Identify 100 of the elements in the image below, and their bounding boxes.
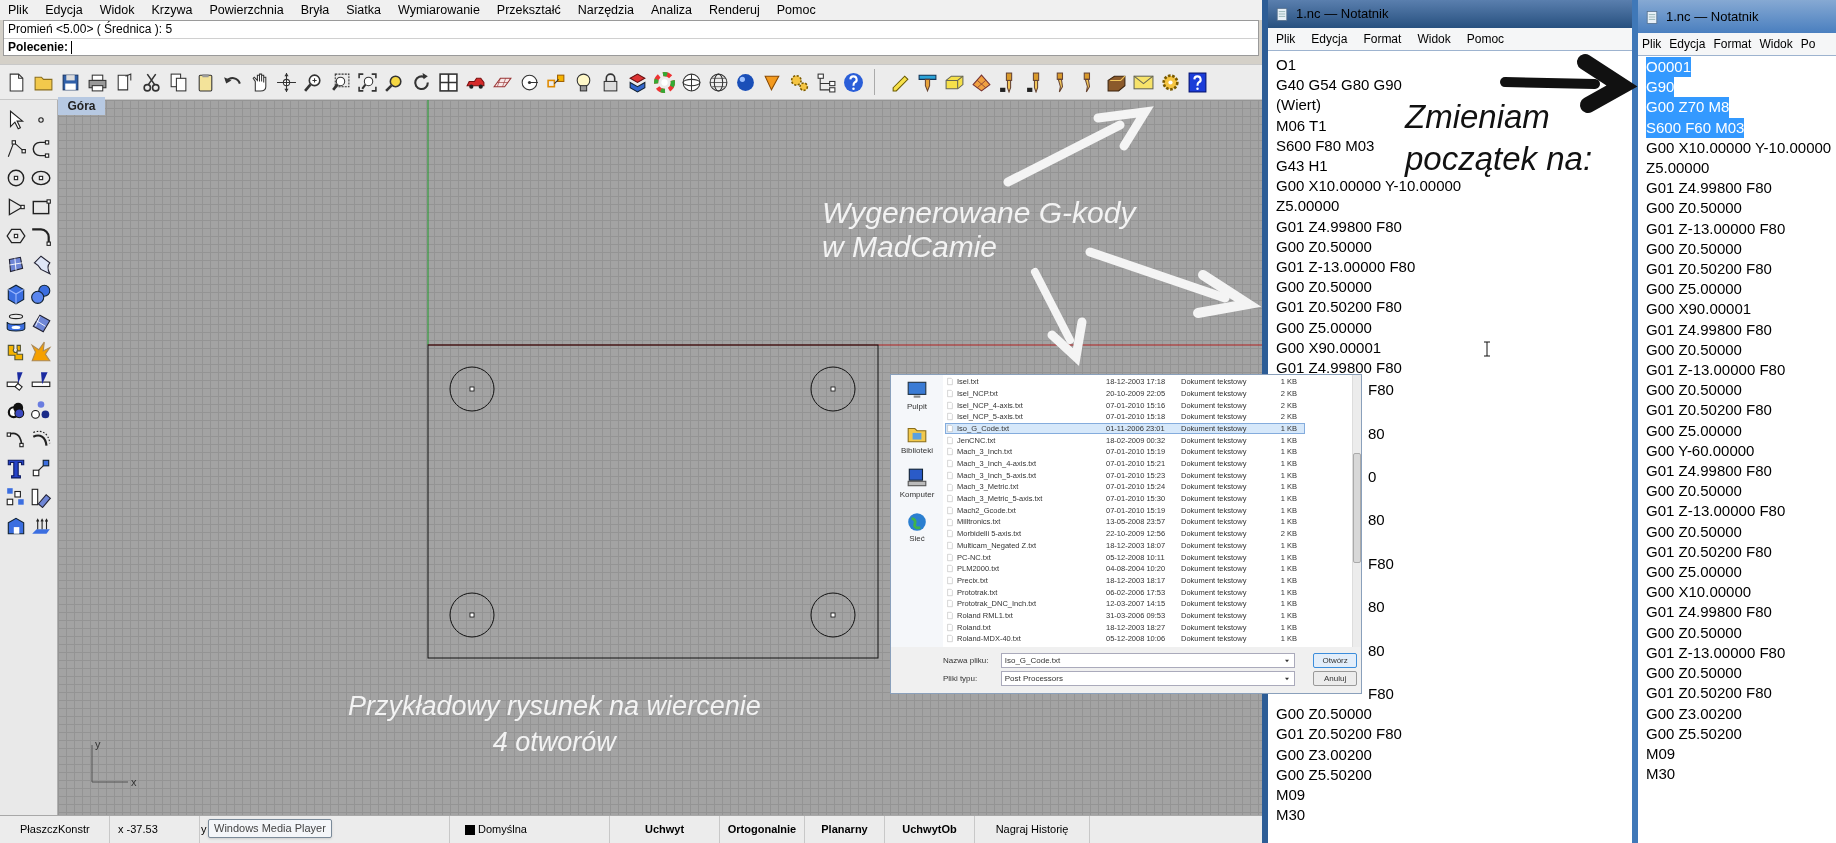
code-line: G01 Z0.50200 F80: [1276, 297, 1402, 318]
status-toggle[interactable]: Uchwyt: [644, 821, 685, 838]
status-toggle[interactable]: UchwytOb: [902, 821, 957, 838]
fillet-curve-icon[interactable]: [29, 225, 52, 247]
orient-icon[interactable]: [29, 486, 52, 508]
menu-item[interactable]: Edycja: [1669, 35, 1706, 53]
menu-item[interactable]: Analiza: [651, 0, 693, 20]
axis-label: y: [95, 738, 101, 750]
text-cursor-icon: [1483, 341, 1491, 357]
shaded-sphere-icon[interactable]: [735, 71, 756, 93]
menu-item[interactable]: Widok: [1417, 30, 1451, 48]
command-input-field[interactable]: [71, 40, 74, 54]
code-line: Z5.00000: [1646, 158, 1710, 178]
menu-item[interactable]: Powierzchnia: [209, 0, 284, 20]
burst-icon[interactable]: [29, 341, 52, 363]
wavy-surface-icon[interactable]: [29, 312, 52, 334]
menu-item[interactable]: Siatka: [346, 0, 381, 20]
notepad-icon: [1274, 6, 1290, 22]
hole-circle: [810, 592, 856, 638]
computer-icon: [906, 467, 928, 489]
dialog-button[interactable]: Anuluj: [1313, 671, 1357, 686]
polyline-icon[interactable]: [5, 138, 28, 160]
status-toggle[interactable]: Planarny: [821, 821, 868, 838]
code-line: G00 Z5.50200: [1646, 723, 1742, 744]
cylinder-icon[interactable]: [5, 312, 28, 334]
nav-place[interactable]: Pulpit: [906, 379, 928, 413]
nav-place[interactable]: Komputer: [899, 467, 935, 501]
hierarchy-icon[interactable]: [816, 71, 837, 93]
menu-item[interactable]: Edycja: [1311, 30, 1348, 48]
dialog-button[interactable]: Otwórz: [1313, 653, 1357, 668]
layers-icon[interactable]: [627, 71, 648, 93]
dropdown-field[interactable]: Post Processors: [1000, 671, 1296, 686]
code-line: G00 Z0.50000: [1646, 521, 1742, 542]
menu-item[interactable]: Edycja: [45, 0, 83, 20]
code-line: G01 Z4.99800 F80: [1276, 216, 1402, 237]
status-toggle[interactable]: Nagraj Historię: [995, 821, 1069, 838]
grid-sphere-icon[interactable]: [708, 71, 729, 93]
field-label: Nazwa pliku:: [943, 654, 990, 667]
dropdown-field[interactable]: Iso_G_Code.txt: [1000, 653, 1296, 668]
code-line: M30: [1276, 805, 1306, 826]
zoom-in-icon[interactable]: [303, 71, 324, 93]
menu-item[interactable]: Widok: [1759, 35, 1793, 53]
menu-item[interactable]: Krzywa: [151, 0, 193, 20]
command-prompt-label: Polecenie:: [8, 39, 69, 56]
menu-item[interactable]: Renderuj: [709, 0, 760, 20]
menu-item[interactable]: Format: [1363, 30, 1402, 48]
code-line-fragment: 0: [1368, 467, 1377, 488]
spheres-icon[interactable]: [29, 283, 52, 305]
code-line: G01 Z4.99800 F80: [1276, 358, 1402, 379]
code-line: G01 Z4.99800 F80: [1646, 319, 1772, 340]
hole-circle: [449, 366, 495, 412]
code-line: G00 X10.00000 Y-10.00000: [1276, 177, 1462, 197]
gear-icon[interactable]: [1160, 71, 1181, 93]
scrollbar[interactable]: [1352, 375, 1361, 647]
wireframe-sphere-icon[interactable]: [681, 71, 702, 93]
code-line: G01 Z0.50200 F80: [1646, 259, 1772, 280]
menu-item[interactable]: Przekształć: [496, 0, 561, 20]
zoom-extents-icon[interactable]: [357, 71, 378, 93]
scissors-icon[interactable]: [141, 71, 162, 93]
code-line: G00 Z5.00000: [1276, 317, 1372, 338]
menu-item[interactable]: Bryła: [300, 0, 330, 20]
code-line-fragment: F80: [1368, 380, 1394, 401]
rotate-arrow-icon[interactable]: [411, 71, 432, 93]
command-history: Promień <5.00> ( Średnica ): 5: [7, 21, 174, 38]
menu-item[interactable]: Pomoc: [776, 0, 816, 20]
window-title: 1.nc — Notatnik: [1666, 7, 1759, 26]
menu-item[interactable]: Format: [1713, 35, 1752, 53]
annotation-text: Wygenerowane G-kody w MadCamie: [822, 196, 1136, 264]
menu-item[interactable]: Po: [1800, 35, 1816, 53]
nav-place[interactable]: Biblioteki: [901, 423, 933, 457]
code-line: G00 X10.00000 Y-10.00000: [1646, 137, 1832, 158]
zoom-window-icon[interactable]: [330, 71, 351, 93]
layer-color-swatch: [465, 824, 475, 835]
code-line: G00 Z0.50000: [1646, 663, 1742, 684]
planar-icon[interactable]: [29, 515, 52, 537]
help-icon[interactable]: [843, 71, 864, 93]
nav-place[interactable]: Sieć: [906, 511, 928, 545]
field-label: Pliki typu:: [943, 672, 979, 685]
orbit-icon[interactable]: [276, 71, 297, 93]
code-line: G00 X90.00001: [1646, 299, 1752, 320]
menu-item[interactable]: Widok: [99, 0, 135, 20]
four-viewports-icon[interactable]: [438, 71, 459, 93]
code-line: O1: [1276, 55, 1296, 75]
viewport-tab[interactable]: Góra: [58, 97, 105, 115]
color-wheel-icon[interactable]: [654, 71, 675, 93]
layer-name[interactable]: Domyślna: [478, 821, 527, 838]
menu-item[interactable]: Plik: [1642, 35, 1662, 53]
status-toggle[interactable]: Ortogonalnie: [727, 821, 797, 838]
dots-icon[interactable]: [29, 399, 52, 421]
mesh-icon[interactable]: [971, 71, 992, 93]
help-icon[interactable]: [1187, 71, 1208, 93]
menu-item[interactable]: Pomoc: [1466, 30, 1505, 48]
code-line: G00 Z0.50000: [1646, 238, 1742, 259]
menu-item[interactable]: Plik: [8, 0, 29, 20]
code-line: G00 Z5.50200: [1276, 764, 1372, 785]
menu-item[interactable]: Plik: [1276, 30, 1296, 48]
menu-item[interactable]: Wymiarowanie: [398, 0, 480, 20]
copy-icon[interactable]: [168, 71, 189, 93]
status-text: y: [201, 822, 207, 838]
menu-item[interactable]: Narzędzia: [577, 0, 635, 20]
